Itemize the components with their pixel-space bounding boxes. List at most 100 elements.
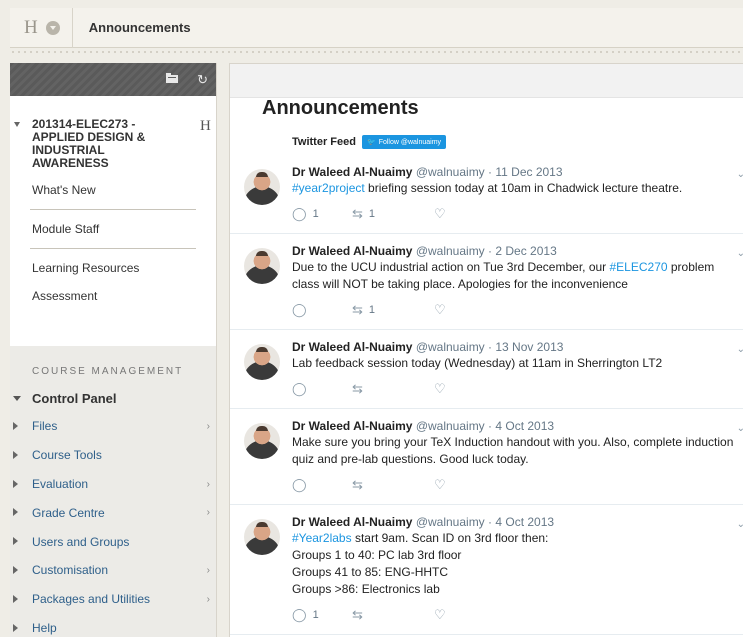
tweet-handle[interactable]: @walnuaimy [416, 515, 485, 529]
course-home-icon[interactable]: H [200, 118, 211, 135]
retweet-count: 1 [368, 208, 376, 220]
expand-arrow-icon[interactable] [13, 537, 18, 546]
expand-arrow-icon[interactable] [13, 479, 18, 488]
tweet-author[interactable]: Dr Waleed Al-Nuaimy [292, 515, 412, 529]
hashtag-link[interactable]: #Year2labs [292, 531, 352, 545]
tweet-actions: ◯ 1 ⇆ ♡ [292, 607, 743, 623]
chevron-down-icon[interactable]: ⌄ [737, 248, 743, 259]
cp-item-label: Customisation [32, 563, 109, 578]
refresh-icon[interactable]: ↻ [197, 72, 208, 88]
expand-arrow-icon[interactable] [13, 623, 18, 632]
avatar[interactable] [244, 519, 280, 555]
course-entry[interactable]: 201314-ELEC273 - APPLIED DESIGN & INDUST… [10, 96, 216, 170]
tweet-text: Due to the UCU industrial action on Tue … [292, 259, 743, 293]
avatar[interactable] [244, 344, 280, 380]
tweet-date[interactable]: · 11 Dec 2013 [488, 165, 563, 179]
tweet-date[interactable]: · 4 Oct 2013 [488, 515, 554, 529]
expand-arrow-icon[interactable] [13, 594, 18, 603]
like-button[interactable]: ♡ [434, 206, 452, 222]
menu-divider [30, 209, 196, 210]
hashtag-link[interactable]: #ELEC270 [610, 260, 668, 274]
reply-icon: ◯ [292, 381, 307, 396]
follow-button[interactable]: 🐦 Follow @walnuaimy [361, 135, 447, 149]
tweet[interactable]: ⌄Dr Waleed Al-Nuaimy @walnuaimy · 4 Oct … [230, 409, 743, 505]
menu-link-whats-new[interactable]: What's New [10, 176, 216, 204]
reply-icon: ◯ [292, 302, 307, 317]
tweet-date[interactable]: · 4 Oct 2013 [488, 419, 554, 433]
reply-icon: ◯ [292, 477, 307, 492]
tweet[interactable]: ⌄ Dr Waleed Al-Nuaimy @walnuaimy · 2 Dec … [230, 234, 743, 330]
chevron-down-icon[interactable]: ⌄ [737, 423, 743, 434]
follow-button-label: Follow @walnuaimy [378, 138, 442, 146]
chevron-right-icon[interactable]: › [207, 479, 210, 490]
reply-button[interactable]: ◯ 1 [292, 607, 352, 623]
chevron-right-icon[interactable]: › [207, 565, 210, 576]
tweet[interactable]: ⌄ Dr Waleed Al-Nuaimy @walnuaimy · 13 Nov… [230, 330, 743, 409]
chevron-right-icon[interactable]: › [207, 507, 210, 518]
cp-item-users-and-groups[interactable]: Users and Groups [10, 527, 216, 556]
cp-item-help[interactable]: Help [10, 614, 216, 637]
cp-item-files[interactable]: Files › [10, 412, 216, 441]
reply-button[interactable]: ◯ 1 [292, 206, 352, 222]
cp-item-evaluation[interactable]: Evaluation › [10, 470, 216, 499]
tweet-author[interactable]: Dr Waleed Al-Nuaimy [292, 419, 412, 433]
expand-arrow-icon[interactable] [13, 508, 18, 517]
retweet-button[interactable]: ⇆ 1 [352, 302, 434, 318]
reply-count: 1 [312, 609, 319, 621]
expand-arrow-icon[interactable] [13, 422, 18, 430]
heart-icon: ♡ [434, 206, 446, 221]
tweet[interactable]: ⌄ Dr Waleed Al-Nuaimy @walnuaimy · 4 Oct … [230, 505, 743, 635]
retweet-button[interactable]: ⇆ [352, 607, 434, 623]
main-content: Announcements Twitter Feed 🐦 Follow @wal… [229, 63, 743, 637]
hashtag-link[interactable]: #year2project [292, 181, 365, 195]
like-button[interactable]: ♡ [434, 302, 452, 318]
menu-dropdown-icon[interactable] [45, 20, 60, 35]
tweet-author[interactable]: Dr Waleed Al-Nuaimy [292, 340, 412, 354]
breadcrumb-title: Announcements [88, 20, 191, 35]
avatar[interactable] [244, 423, 280, 459]
retweet-button[interactable]: ⇆ 1 [352, 206, 434, 222]
tweet-author[interactable]: Dr Waleed Al-Nuaimy [292, 244, 412, 258]
tweet-header: Dr Waleed Al-Nuaimy @walnuaimy · 4 Oct 2… [292, 419, 743, 433]
avatar[interactable] [244, 169, 280, 205]
control-panel-toggle[interactable]: Control Panel [10, 377, 216, 406]
cp-item-customisation[interactable]: Customisation › [10, 556, 216, 585]
tweet-date[interactable]: · 13 Nov 2013 [488, 340, 563, 354]
chevron-down-icon[interactable]: ⌄ [737, 344, 743, 355]
chevron-down-icon[interactable]: ⌄ [737, 169, 743, 180]
reply-button[interactable]: ◯ [292, 302, 352, 318]
like-button[interactable]: ♡ [434, 607, 452, 623]
tweet-handle[interactable]: @walnuaimy [416, 419, 485, 433]
collapse-arrow-icon[interactable] [14, 122, 20, 127]
twitter-bird-icon: 🐦 [366, 139, 376, 146]
like-button[interactable]: ♡ [434, 381, 452, 397]
chevron-right-icon[interactable]: › [207, 594, 210, 605]
chevron-right-icon[interactable]: › [207, 421, 210, 432]
reply-button[interactable]: ◯ [292, 381, 352, 397]
cp-item-packages-and-utilities[interactable]: Packages and Utilities › [10, 585, 216, 614]
tweet-author[interactable]: Dr Waleed Al-Nuaimy [292, 165, 412, 179]
cp-item-label: Packages and Utilities [32, 592, 151, 607]
tweet-handle[interactable]: @walnuaimy [416, 340, 485, 354]
expand-arrow-icon[interactable] [13, 450, 18, 459]
tweet-handle[interactable]: @walnuaimy [416, 165, 485, 179]
tweet-date[interactable]: · 2 Dec 2013 [488, 244, 557, 258]
course-title[interactable]: 201314-ELEC273 - APPLIED DESIGN & INDUST… [32, 118, 172, 170]
avatar[interactable] [244, 248, 280, 284]
retweet-button[interactable]: ⇆ [352, 477, 434, 493]
folder-view-icon[interactable] [165, 72, 179, 87]
cp-item-course-tools[interactable]: Course Tools [10, 441, 216, 470]
menu-link-module-staff[interactable]: Module Staff [10, 215, 216, 243]
tweet[interactable]: ⌄ Dr Waleed Al-Nuaimy @walnuaimy · 11 Dec… [230, 155, 743, 234]
cp-item-grade-centre[interactable]: Grade Centre › [10, 498, 216, 527]
menu-link-learning-resources[interactable]: Learning Resources [10, 254, 216, 282]
reply-button[interactable]: ◯ [292, 477, 352, 493]
cp-item-label: Users and Groups [32, 534, 130, 549]
menu-link-assessment[interactable]: Assessment [10, 282, 216, 310]
like-button[interactable]: ♡ [434, 477, 452, 493]
expand-arrow-icon[interactable] [13, 565, 18, 574]
retweet-icon: ⇆ [352, 607, 363, 622]
retweet-button[interactable]: ⇆ [352, 381, 434, 397]
chevron-down-icon[interactable]: ⌄ [737, 519, 743, 530]
tweet-handle[interactable]: @walnuaimy [416, 244, 485, 258]
